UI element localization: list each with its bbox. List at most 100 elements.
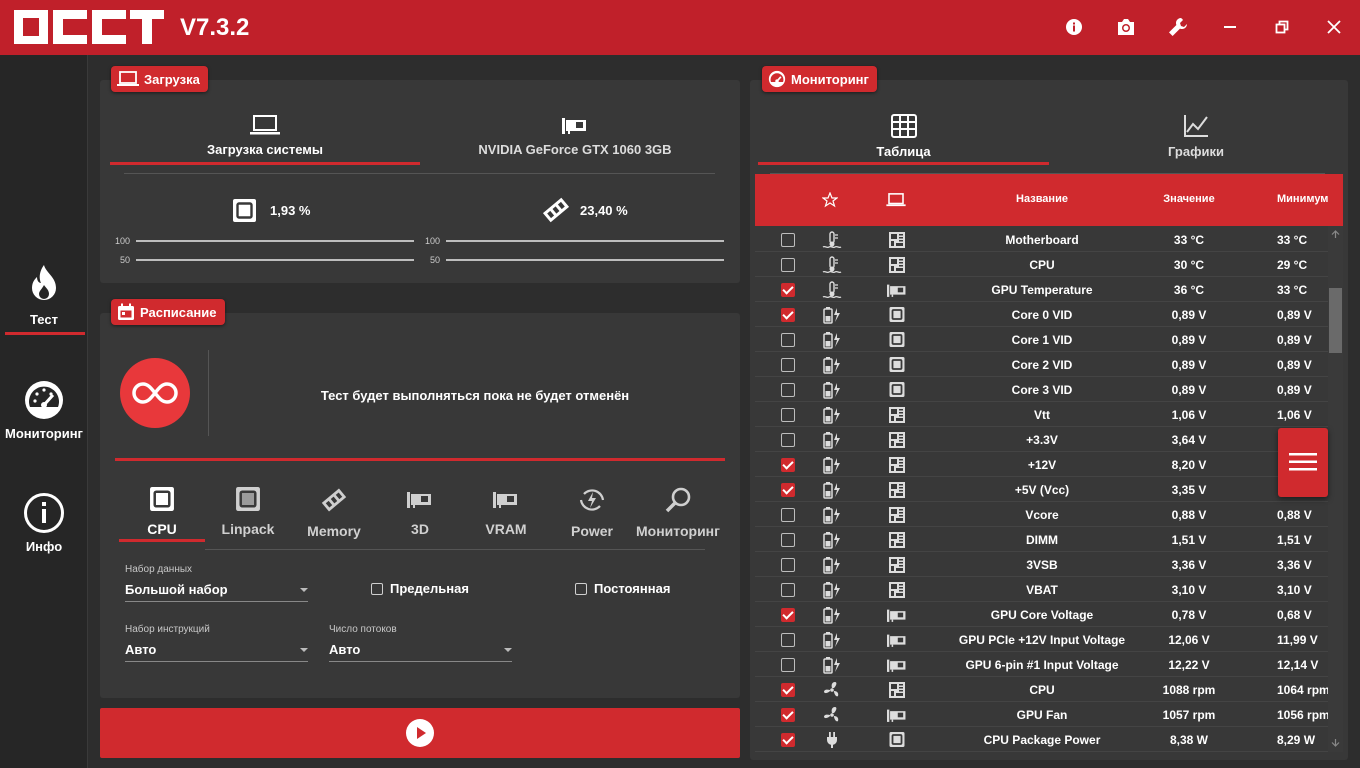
row-checkbox[interactable] xyxy=(781,583,795,597)
test-tab-memory[interactable]: Memory xyxy=(291,486,377,539)
battery-bolt-icon xyxy=(822,556,842,574)
sidebar-item-label: Инфо xyxy=(25,539,63,554)
tab-gpu-load[interactable]: NVIDIA GeForce GTX 1060 3GB xyxy=(420,114,730,157)
column-header-name[interactable]: Название xyxy=(941,193,1143,205)
row-checkbox[interactable] xyxy=(781,458,795,472)
laptop-icon[interactable] xyxy=(886,193,906,207)
row-checkbox[interactable] xyxy=(781,358,795,372)
plug-icon xyxy=(822,731,842,749)
table-row[interactable]: +3.3V 3,64 V xyxy=(755,427,1328,452)
row-checkbox[interactable] xyxy=(781,433,795,447)
row-checkbox[interactable] xyxy=(781,408,795,422)
star-icon[interactable] xyxy=(822,192,838,208)
restore-button[interactable] xyxy=(1267,12,1297,42)
cpu-icon xyxy=(236,487,260,511)
row-checkbox[interactable] xyxy=(781,258,795,272)
table-row[interactable]: GPU Core Voltage 0,78 V 0,68 V xyxy=(755,602,1328,627)
table-scrollbar[interactable] xyxy=(1328,226,1343,752)
schedule-panel-tag: Расписание xyxy=(111,299,225,325)
test-tab-linpack[interactable]: Linpack xyxy=(205,486,291,537)
table-row[interactable]: CPU Package Power 8,38 W 8,29 W xyxy=(755,727,1328,752)
load-panel-title: Загрузка xyxy=(144,71,200,87)
sensor-value: 0,89 V xyxy=(1171,308,1207,322)
row-checkbox[interactable] xyxy=(781,658,795,672)
row-checkbox[interactable] xyxy=(781,708,795,722)
scrollbar-thumb[interactable] xyxy=(1329,288,1342,353)
table-row[interactable]: CPU 30 °C 29 °C xyxy=(755,252,1328,277)
table-row[interactable]: Core 3 VID 0,89 V 0,89 V xyxy=(755,377,1328,402)
scroll-up-icon[interactable] xyxy=(1331,230,1340,239)
battery-bolt-icon xyxy=(822,631,842,649)
column-header-value[interactable]: Значение xyxy=(1143,193,1235,205)
sensor-name: GPU Core Voltage xyxy=(990,608,1094,622)
row-checkbox[interactable] xyxy=(781,533,795,547)
table-row[interactable]: 3VSB 3,36 V 3,36 V xyxy=(755,552,1328,577)
row-checkbox[interactable] xyxy=(781,608,795,622)
row-checkbox[interactable] xyxy=(781,233,795,247)
table-row[interactable]: GPU Fan 1057 rpm 1056 rpm xyxy=(755,702,1330,727)
info-button[interactable] xyxy=(1059,12,1089,42)
instructions-select[interactable]: Авто xyxy=(125,638,308,662)
gpu-icon xyxy=(887,606,907,624)
row-checkbox[interactable] xyxy=(781,283,795,297)
table-menu-button[interactable] xyxy=(1278,428,1328,497)
tab-table[interactable]: Таблица xyxy=(758,114,1049,159)
table-row[interactable]: Core 2 VID 0,89 V 0,89 V xyxy=(755,352,1328,377)
settings-button[interactable] xyxy=(1163,12,1193,42)
test-tab-vram[interactable]: VRAM xyxy=(463,486,549,537)
screenshot-button[interactable] xyxy=(1111,12,1141,42)
sidebar-item-monitoring[interactable]: Мониторинг xyxy=(0,379,88,459)
row-checkbox[interactable] xyxy=(781,333,795,347)
table-row[interactable]: GPU PCIe +12V Input Voltage 12,06 V 11,99 … xyxy=(755,627,1328,652)
close-button[interactable] xyxy=(1319,12,1349,42)
test-tab-power[interactable]: Power xyxy=(549,486,635,539)
row-checkbox[interactable] xyxy=(781,683,795,697)
row-checkbox[interactable] xyxy=(781,308,795,322)
table-row[interactable]: Core 1 VID 0,89 V 0,89 V xyxy=(755,327,1328,352)
sidebar-item-test[interactable]: Тест xyxy=(0,263,88,343)
table-row[interactable]: VBAT 3,10 V 3,10 V xyxy=(755,577,1328,602)
checkbox-box[interactable] xyxy=(371,582,383,595)
camera-icon xyxy=(1118,19,1134,35)
table-row[interactable]: GPU 6-pin #1 Input Voltage 12,22 V 12,14 V xyxy=(755,652,1328,677)
table-row[interactable]: +5V (Vcc) 3,35 V xyxy=(755,477,1328,502)
threads-select[interactable]: Авто xyxy=(329,638,512,662)
scale-label-high: 100 xyxy=(115,236,131,246)
tab-system-load[interactable]: Загрузка системы xyxy=(110,114,420,157)
test-tab-monitoring[interactable]: Мониторинг xyxy=(635,486,721,539)
table-row[interactable]: Vcore 0,88 V 0,88 V xyxy=(755,502,1328,527)
start-test-button[interactable] xyxy=(100,708,740,758)
extreme-checkbox[interactable]: Предельная xyxy=(371,581,469,596)
checkbox-box[interactable] xyxy=(575,582,587,595)
scroll-down-icon[interactable] xyxy=(1331,738,1340,747)
row-checkbox[interactable] xyxy=(781,383,795,397)
table-row[interactable]: Core 0 VID 0,89 V 0,89 V xyxy=(755,302,1328,327)
tab-graphs[interactable]: Графики xyxy=(1049,114,1343,159)
restore-icon xyxy=(1275,20,1289,34)
schedule-divider xyxy=(115,458,725,461)
minimize-button[interactable] xyxy=(1215,12,1245,42)
row-checkbox[interactable] xyxy=(781,508,795,522)
gauge-icon xyxy=(768,70,786,88)
scale-label-high: 100 xyxy=(425,236,441,246)
table-row[interactable]: Motherboard 33 °C 33 °C xyxy=(755,227,1328,252)
table-row[interactable]: +12V 8,20 V xyxy=(755,452,1328,477)
row-checkbox[interactable] xyxy=(781,633,795,647)
test-tab-cpu[interactable]: CPU xyxy=(119,486,205,537)
row-checkbox[interactable] xyxy=(781,733,795,747)
dataset-select[interactable]: Большой набор xyxy=(125,578,308,602)
motherboard-icon xyxy=(887,256,907,274)
table-row[interactable]: Vtt 1,06 V 1,06 V xyxy=(755,402,1328,427)
gpu-icon xyxy=(562,118,586,134)
table-row[interactable]: DIMM 1,51 V 1,51 V xyxy=(755,527,1328,552)
row-checkbox[interactable] xyxy=(781,558,795,572)
table-row[interactable]: GPU Temperature 36 °C 33 °C xyxy=(755,277,1328,302)
table-row[interactable]: CPU 1088 rpm 1064 rpm xyxy=(755,677,1330,702)
sensor-name: GPU 6-pin #1 Input Voltage xyxy=(965,658,1119,672)
constant-checkbox[interactable]: Постоянная xyxy=(575,581,670,596)
sidebar-item-info[interactable]: Инфо xyxy=(0,492,88,572)
test-tab-3d[interactable]: 3D xyxy=(377,486,463,537)
infinite-mode-button[interactable] xyxy=(120,358,190,428)
battery-bolt-icon xyxy=(822,606,842,624)
row-checkbox[interactable] xyxy=(781,483,795,497)
